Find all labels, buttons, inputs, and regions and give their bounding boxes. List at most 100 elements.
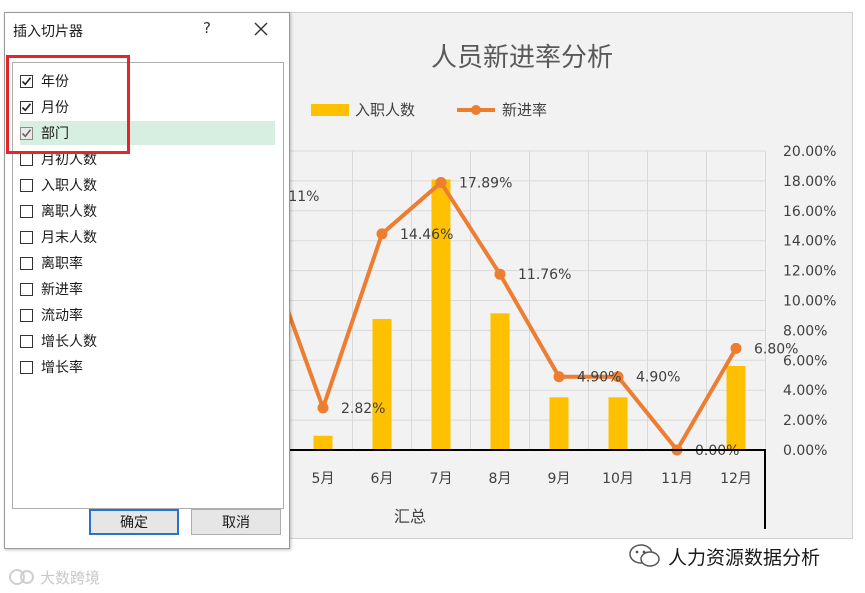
- field-checkbox[interactable]: [20, 334, 33, 348]
- y-tick-label: 8.00%: [783, 323, 827, 339]
- legend-label-bar: 入职人数: [355, 101, 415, 119]
- wechat-icon: [629, 544, 660, 567]
- right-axis-ticks: 0.00% 2.00% 4.00% 6.00% 8.00% 10.00% 12.00% 14.…: [783, 144, 836, 459]
- bar-10月: [608, 397, 628, 450]
- line-point-8月: [494, 268, 506, 280]
- field-item[interactable]: 离职率: [20, 251, 275, 275]
- x-tick-label: 10月: [602, 471, 634, 487]
- y-tick-label: 20.00%: [783, 144, 836, 160]
- bar-5月: [313, 435, 333, 450]
- field-item[interactable]: 入职人数: [20, 173, 275, 197]
- field-item[interactable]: 流动率: [20, 303, 275, 327]
- y-tick-label: 18.00%: [783, 174, 836, 190]
- y-tick-label: 6.00%: [783, 353, 827, 369]
- x-tick-label: 11月: [661, 471, 693, 487]
- field-label: 月初人数: [41, 152, 97, 168]
- field-label: 月份: [41, 100, 69, 116]
- field-checkbox[interactable]: [20, 100, 33, 114]
- x-axis-title: 汇总: [394, 507, 426, 526]
- check-icon: [21, 128, 32, 137]
- x-tick-label: 6月: [371, 471, 394, 487]
- watermark-left: 大数跨境: [8, 566, 100, 588]
- data-label-5月: 2.82%: [341, 401, 385, 417]
- field-checkbox[interactable]: [20, 178, 33, 192]
- legend-label-line: 新进率: [502, 101, 547, 119]
- field-checkbox[interactable]: [20, 126, 33, 140]
- field-item[interactable]: 增长人数: [20, 329, 275, 353]
- field-item[interactable]: 月初人数: [20, 147, 275, 171]
- line-point-6月: [376, 228, 388, 240]
- check-icon: [21, 102, 32, 111]
- chart-svg: 人员新进率分析 入职人数 新进率 2.82% 14.46% 17.89% 11.76%…: [289, 43, 836, 529]
- field-label: 年份: [41, 74, 69, 90]
- line-point-7月: [435, 177, 447, 189]
- close-icon: [254, 22, 268, 36]
- cancel-button[interactable]: 取消: [191, 509, 281, 535]
- x-tick-label: 9月: [548, 471, 571, 487]
- bar-7月: [431, 179, 451, 450]
- bar-9月: [549, 397, 569, 450]
- field-checkbox[interactable]: [20, 152, 33, 166]
- field-checkbox[interactable]: [20, 204, 33, 218]
- field-item[interactable]: 增长率: [20, 355, 275, 379]
- field-item[interactable]: 年份: [20, 69, 275, 93]
- y-tick-label: 0.00%: [783, 443, 827, 459]
- field-item[interactable]: 离职人数: [20, 199, 275, 223]
- brand-logo-icon: [9, 569, 34, 585]
- data-label-partial: 7.11%: [289, 189, 319, 205]
- bar-8月: [490, 313, 510, 450]
- field-item[interactable]: 部门: [20, 121, 275, 145]
- field-label: 增长人数: [41, 334, 97, 350]
- field-item[interactable]: 月份: [20, 95, 275, 119]
- field-checkbox[interactable]: [20, 256, 33, 270]
- bar-6月: [372, 319, 392, 450]
- field-label: 离职人数: [41, 204, 97, 220]
- field-item[interactable]: 月末人数: [20, 225, 275, 249]
- line-point-9月: [553, 371, 565, 383]
- dialog-title: 插入切片器: [13, 24, 83, 40]
- bar-12月: [726, 365, 746, 450]
- x-tick-label: 12月: [720, 471, 752, 487]
- legend-swatch-marker: [471, 105, 481, 115]
- y-tick-label: 16.00%: [783, 204, 836, 220]
- field-checkbox[interactable]: [20, 230, 33, 244]
- field-label: 增长率: [41, 360, 83, 376]
- y-tick-label: 10.00%: [783, 294, 836, 310]
- field-checkbox[interactable]: [20, 308, 33, 322]
- legend: 入职人数 新进率: [311, 101, 547, 119]
- watermark-right-text: 人力资源数据分析: [668, 546, 821, 569]
- y-tick-label: 12.00%: [783, 264, 836, 280]
- data-label-10月: 4.90%: [636, 370, 680, 386]
- field-label: 新进率: [41, 282, 83, 298]
- y-tick-label: 2.00%: [783, 413, 827, 429]
- field-checkbox[interactable]: [20, 74, 33, 88]
- x-axis-ticks: 5月 6月 7月 8月 9月 10月 11月 12月: [312, 471, 752, 487]
- legend-swatch-bar: [311, 104, 349, 116]
- chart-title: 人员新进率分析: [431, 43, 613, 73]
- insert-slicer-dialog: 插入切片器 ? 年份月份部门月初人数入职人数离职人数月末人数离职率新进率流动率增…: [4, 12, 290, 549]
- field-checkbox[interactable]: [20, 282, 33, 296]
- field-list[interactable]: 年份月份部门月初人数入职人数离职人数月末人数离职率新进率流动率增长人数增长率: [12, 62, 284, 509]
- y-tick-label: 14.00%: [783, 234, 836, 250]
- data-label-8月: 11.76%: [518, 267, 571, 283]
- field-label: 入职人数: [41, 178, 97, 194]
- data-label-7月: 17.89%: [459, 176, 512, 192]
- watermark-right: 人力资源数据分析: [628, 541, 820, 571]
- watermark-left-text: 大数跨境: [40, 568, 101, 587]
- field-label: 部门: [41, 126, 69, 142]
- field-item[interactable]: 新进率: [20, 277, 275, 301]
- y-tick-label: 4.00%: [783, 383, 827, 399]
- close-button[interactable]: [251, 19, 271, 39]
- ok-button[interactable]: 确定: [89, 509, 179, 535]
- chart-area[interactable]: 人员新进率分析 入职人数 新进率 2.82% 14.46% 17.89% 11.76%…: [288, 12, 853, 539]
- x-tick-label: 5月: [312, 471, 335, 487]
- check-icon: [21, 76, 32, 85]
- x-tick-label: 7月: [430, 471, 453, 487]
- data-label-9月: 4.90%: [577, 370, 621, 386]
- field-label: 流动率: [41, 308, 83, 324]
- field-checkbox[interactable]: [20, 360, 33, 374]
- data-label-6月: 14.46%: [400, 227, 453, 243]
- field-label: 月末人数: [41, 230, 97, 246]
- x-tick-label: 8月: [489, 471, 512, 487]
- help-button[interactable]: ?: [199, 19, 215, 37]
